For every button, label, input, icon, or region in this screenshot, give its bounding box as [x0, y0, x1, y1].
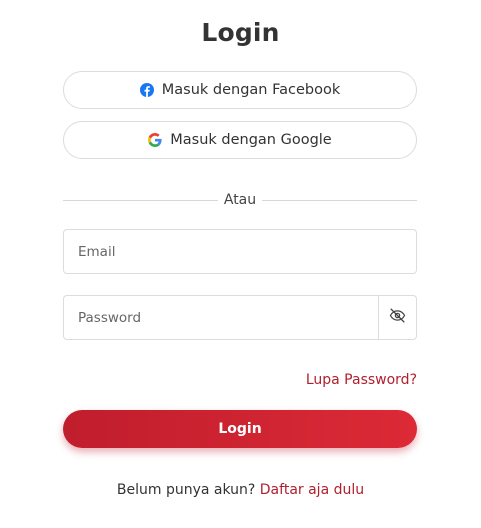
password-field-container: [63, 295, 417, 340]
password-input[interactable]: [64, 296, 378, 339]
eye-off-icon: [389, 307, 406, 328]
or-divider: Atau: [63, 190, 417, 210]
page-title: Login: [201, 18, 280, 47]
login-button[interactable]: Login: [63, 410, 417, 448]
email-field-container: [63, 229, 417, 274]
google-icon: [148, 133, 162, 147]
forgot-password-link[interactable]: Lupa Password?: [306, 372, 417, 388]
signup-prompt: Belum punya akun? Daftar aja dulu: [0, 482, 481, 498]
facebook-login-button[interactable]: Masuk dengan Facebook: [63, 71, 417, 109]
divider-line-right: [262, 199, 417, 201]
facebook-icon: [139, 83, 154, 97]
password-visibility-toggle[interactable]: [378, 296, 416, 339]
signup-link[interactable]: Daftar aja dulu: [260, 482, 364, 498]
facebook-login-label: Masuk dengan Facebook: [161, 82, 341, 98]
divider-text: Atau: [223, 192, 257, 208]
google-login-button[interactable]: Masuk dengan Google: [63, 121, 417, 159]
divider-line-left: [63, 199, 218, 201]
signup-prompt-text: Belum punya akun?: [116, 482, 256, 498]
google-login-label: Masuk dengan Google: [170, 132, 332, 148]
login-page: Login Masuk dengan Facebook Masuk dengan…: [0, 0, 481, 528]
email-input[interactable]: [64, 230, 416, 273]
